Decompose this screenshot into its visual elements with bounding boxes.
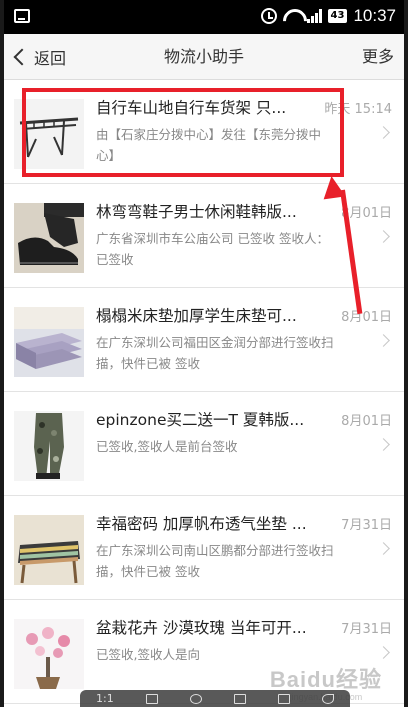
- fit-screen-icon[interactable]: [145, 693, 158, 704]
- item-title: 林弯弯鞋子男士休闲鞋韩版...: [96, 203, 297, 221]
- share-icon[interactable]: [321, 693, 334, 704]
- chevron-right-icon: [377, 126, 390, 139]
- alarm-icon: [260, 8, 277, 24]
- list-item[interactable]: 榻榻米床垫加厚学生床垫可... 8月01日 在广东深圳公司福田区金润分部进行签收…: [4, 288, 404, 392]
- chevron-right-icon: [377, 646, 390, 659]
- copy-icon[interactable]: [277, 693, 290, 704]
- signal-icon: [306, 9, 322, 23]
- chevron-right-icon: [377, 438, 390, 451]
- item-date: 7月31日: [341, 622, 392, 637]
- highlight-box: [22, 88, 344, 177]
- item-status: 广东省深圳市车公庙公司 已签收 签收人：已签收: [96, 231, 329, 267]
- item-status: 在广东深圳公司南山区鹏都分部进行签收扫描，快件已被 签收: [96, 543, 334, 579]
- product-thumbnail: [14, 203, 84, 273]
- product-thumbnail: [14, 307, 84, 377]
- ratio-button[interactable]: 1:1: [96, 692, 114, 705]
- list-item[interactable]: epinzone买二送一T 夏韩版... 8月01日 已签收,签收人是前台签收: [4, 392, 404, 496]
- item-date: 8月01日: [341, 414, 392, 429]
- product-thumbnail: [14, 515, 84, 585]
- item-date: 7月31日: [341, 518, 392, 533]
- battery-icon: 43: [327, 9, 348, 23]
- item-title: 榻榻米床垫加厚学生床垫可...: [96, 307, 297, 325]
- product-thumbnail: [14, 411, 84, 481]
- status-time: 10:37: [353, 6, 396, 25]
- item-date: 8月01日: [341, 310, 392, 325]
- status-bar: 43 10:37: [4, 0, 404, 34]
- item-title: 盆栽花卉 沙漠玫瑰 当年可开...: [96, 619, 307, 637]
- save-icon[interactable]: [233, 693, 246, 704]
- viewer-toolbar: 1:1: [80, 690, 350, 707]
- chevron-right-icon: [377, 230, 390, 243]
- product-thumbnail: [14, 619, 84, 689]
- chevron-right-icon: [377, 542, 390, 555]
- chevron-right-icon: [377, 334, 390, 347]
- wifi-icon: [283, 9, 301, 23]
- item-title: 幸福密码 加厚帆布透气坐垫 ...: [96, 515, 307, 533]
- back-label: 返回: [34, 49, 67, 68]
- chevron-left-icon: [13, 48, 31, 66]
- back-button[interactable]: 返回: [13, 34, 67, 80]
- more-button[interactable]: 更多: [362, 34, 394, 80]
- device-frame-right: [404, 0, 408, 707]
- annotation-arrow-icon: [320, 174, 346, 200]
- item-title: epinzone买二送一T 夏韩版...: [96, 411, 305, 429]
- item-status: 在广东深圳公司福田区金润分部进行签收扫描，快件已被 签收: [96, 335, 334, 371]
- list-item[interactable]: 幸福密码 加厚帆布透气坐垫 ... 7月31日 在广东深圳公司南山区鹏都分部进行…: [4, 496, 404, 600]
- nav-bar: 返回 物流小助手 更多: [4, 34, 404, 80]
- rotate-icon[interactable]: [189, 693, 202, 704]
- item-status: 已签收,签收人是前台签收: [96, 439, 238, 454]
- gallery-notification-icon: [14, 9, 30, 23]
